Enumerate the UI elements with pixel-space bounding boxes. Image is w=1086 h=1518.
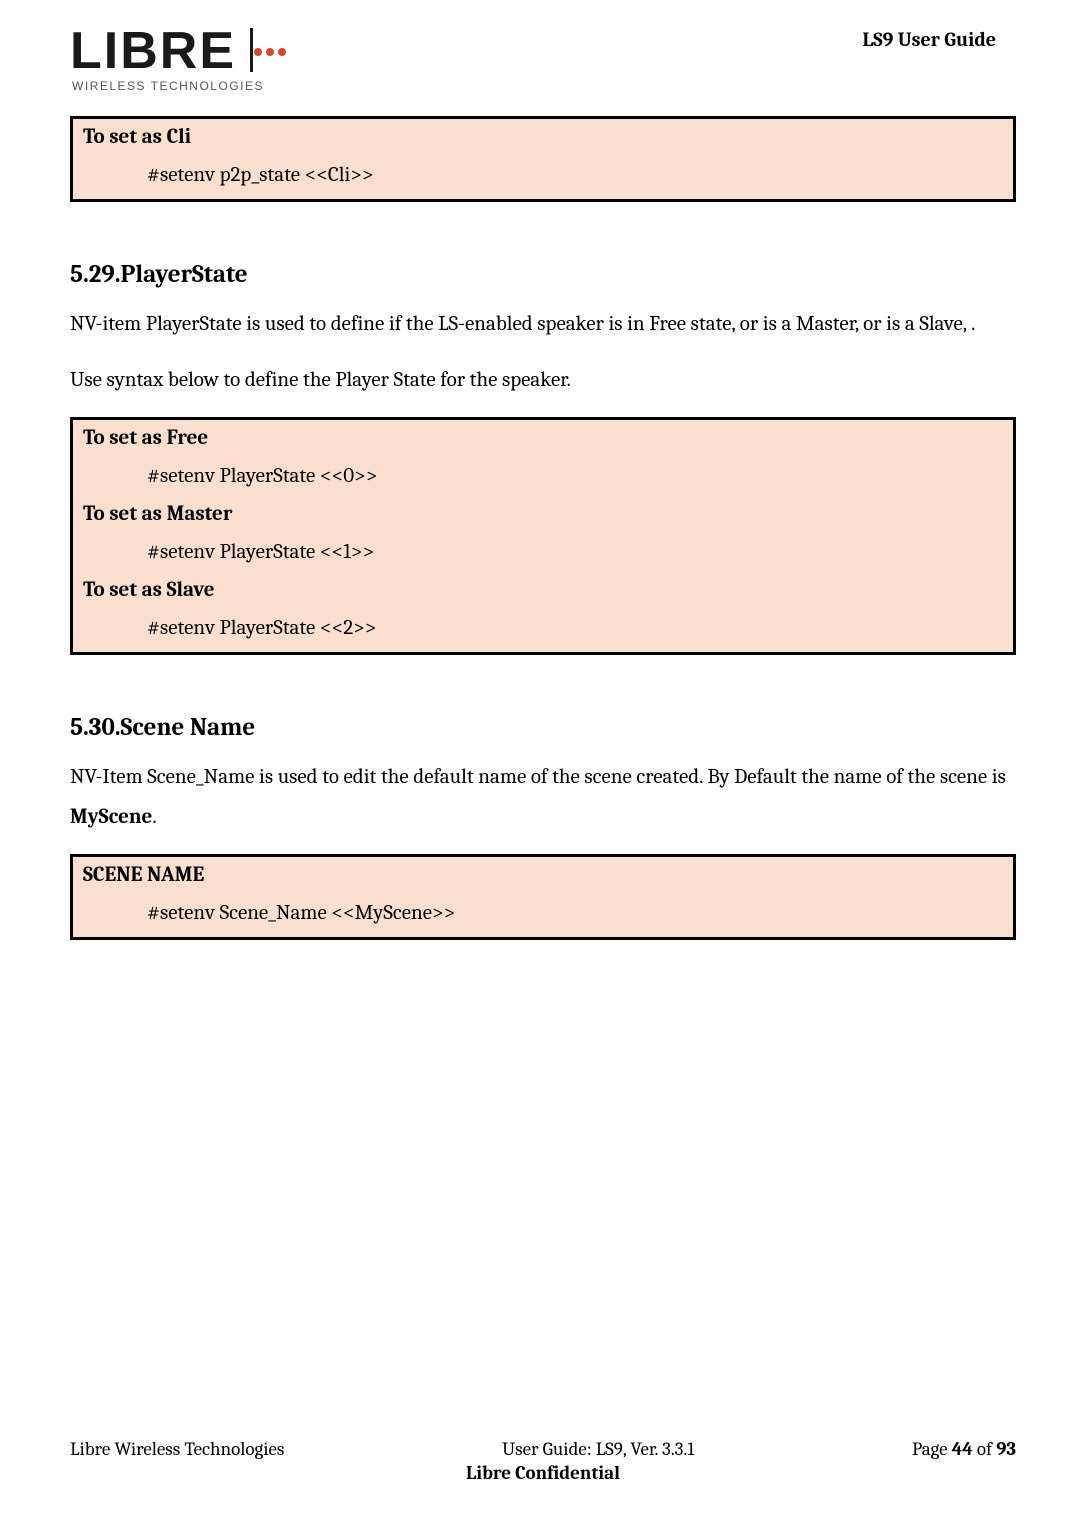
logo-text-sub: WIRELESS TECHNOLOGIES bbox=[72, 79, 264, 93]
paragraph: NV-item PlayerState is used to define if… bbox=[70, 305, 1016, 345]
footer-center: User Guide: LS9, Ver. 3.3.1 bbox=[284, 1438, 912, 1460]
code-line: #setenv PlayerState <<2>> bbox=[147, 616, 1003, 640]
footer-left: Libre Wireless Technologies bbox=[70, 1438, 284, 1460]
page: LIBRE WIRELESS TECHNOLOGIES LS9 User Gui… bbox=[0, 0, 1086, 1518]
code-line: #setenv PlayerState <<1>> bbox=[147, 540, 1003, 564]
code-box-scenename: SCENE NAME #setenv Scene_Name <<MyScene>… bbox=[70, 854, 1016, 940]
footer-page-number: Page 44 of 93 bbox=[912, 1438, 1016, 1460]
libre-logo-icon: LIBRE WIRELESS TECHNOLOGIES bbox=[70, 20, 290, 98]
code-line: #setenv p2p_state <<Cli>> bbox=[147, 163, 1003, 187]
code-box-title: To set as Slave bbox=[83, 578, 1003, 602]
code-box-playerstate: To set as Free #setenv PlayerState <<0>>… bbox=[70, 417, 1016, 655]
footer-current-page: 44 bbox=[952, 1438, 973, 1460]
logo-block: LIBRE WIRELESS TECHNOLOGIES bbox=[70, 20, 290, 98]
code-box-title: To set as Free bbox=[83, 426, 1003, 450]
footer-row: Libre Wireless Technologies User Guide: … bbox=[70, 1438, 1016, 1460]
section-title: PlayerState bbox=[121, 260, 248, 289]
logo-text-main: LIBRE bbox=[70, 22, 236, 80]
page-footer: Libre Wireless Technologies User Guide: … bbox=[70, 1438, 1016, 1484]
code-line: #setenv Scene_Name <<MyScene>> bbox=[147, 901, 1003, 925]
header-doc-title: LS9 User Guide bbox=[863, 28, 996, 51]
paragraph: Use syntax below to define the Player St… bbox=[70, 361, 1016, 401]
section-number: 5.29. bbox=[70, 260, 121, 289]
footer-total-pages: 93 bbox=[996, 1438, 1016, 1460]
section-heading-scenename: 5.30.Scene Name bbox=[70, 713, 1016, 742]
section-title: Scene Name bbox=[121, 713, 256, 742]
code-box-p2p-cli: To set as Cli #setenv p2p_state <<Cli>> bbox=[70, 116, 1016, 202]
code-box-title: To set as Cli bbox=[83, 125, 1003, 149]
section-number: 5.30. bbox=[70, 713, 121, 742]
footer-confidential: Libre Confidential bbox=[70, 1462, 1016, 1484]
paragraph-text: . bbox=[152, 805, 156, 829]
footer-text: of bbox=[973, 1438, 996, 1460]
section-heading-playerstate: 5.29.PlayerState bbox=[70, 260, 1016, 289]
code-line: #setenv PlayerState <<0>> bbox=[147, 464, 1003, 488]
footer-text: Page bbox=[912, 1438, 952, 1460]
code-box-title: To set as Master bbox=[83, 502, 1003, 526]
paragraph-text: NV-Item Scene_Name is used to edit the d… bbox=[70, 765, 1006, 789]
paragraph-bold: MyScene bbox=[70, 805, 152, 829]
code-box-title: SCENE NAME bbox=[83, 863, 1003, 887]
paragraph: NV-Item Scene_Name is used to edit the d… bbox=[70, 758, 1016, 838]
header-row: LIBRE WIRELESS TECHNOLOGIES LS9 User Gui… bbox=[70, 20, 1016, 98]
